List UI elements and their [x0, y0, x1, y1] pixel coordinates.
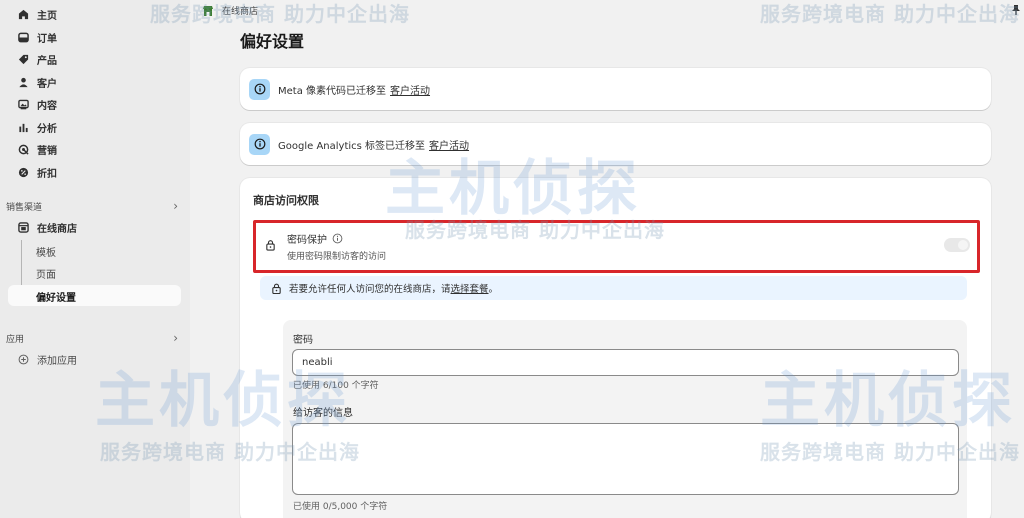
active-item-highlight — [8, 285, 181, 306]
inbox-icon — [17, 31, 29, 43]
sidebar-subitem-pages[interactable]: 页面 — [36, 266, 56, 281]
banner-text: 若要允许任何人访问您的在线商店，请 — [289, 284, 451, 295]
store-icon — [17, 221, 29, 233]
add-app-button[interactable]: 添加应用 — [0, 349, 182, 369]
sidebar-item-content[interactable]: 内容 — [0, 94, 182, 114]
sidebar-item-label: 折扣 — [37, 168, 57, 180]
person-icon — [17, 76, 29, 88]
sidebar-item-analytics[interactable]: 分析 — [0, 117, 182, 137]
card-title: 商店访问权限 — [253, 194, 319, 207]
page-title: 偏好设置 — [240, 32, 305, 51]
sidebar-item-label: 主页 — [37, 10, 57, 22]
info-icon — [249, 133, 270, 155]
sidebar-item-label: 产品 — [37, 55, 57, 67]
chevron-right-icon: › — [173, 199, 178, 213]
plan-info-banner: 若要允许任何人访问您的在线商店，请 选择套餐 。 — [260, 276, 967, 300]
sidebar-item-online-store[interactable]: 在线商店 — [0, 217, 182, 237]
sidebar-item-label: 营销 — [37, 145, 57, 157]
sales-channels-header[interactable]: 销售渠道 › — [6, 199, 182, 213]
discount-icon — [17, 166, 29, 178]
target-icon — [17, 143, 29, 155]
meta-pixel-notice: Meta 像素代码已迁移至 客户活动 — [240, 68, 991, 110]
choose-plan-link[interactable]: 选择套餐 — [451, 281, 489, 295]
sidebar-item-customers[interactable]: 客户 — [0, 72, 182, 92]
password-label: 密码 — [293, 335, 313, 346]
password-settings-panel: 密码 neabli 已使用 6/100 个字符 给访客的信息 已使用 0/5,0… — [283, 320, 967, 518]
sidebar-subitem-themes[interactable]: 模板 — [36, 244, 56, 259]
sidebar-item-label: 分析 — [37, 123, 57, 135]
sidebar-item-label: 在线商店 — [37, 223, 77, 235]
breadcrumb-store: 在线商店 — [222, 7, 259, 17]
sidebar: 主页 订单 产品 客户 内容 分析 营销 折扣 销售渠道 › 在线商店 模板 页… — [0, 0, 190, 518]
visitor-message-textarea[interactable] — [292, 423, 959, 495]
bar-chart-icon — [17, 121, 29, 133]
pin-icon[interactable] — [1010, 4, 1022, 16]
customer-events-link[interactable]: 客户活动 — [390, 82, 430, 97]
notice-text: Google Analytics 标签已迁移至 — [278, 140, 426, 152]
sidebar-subitem-preferences[interactable]: 偏好设置 — [36, 289, 76, 304]
lock-icon — [272, 283, 281, 294]
breadcrumb[interactable]: 在线商店 — [202, 4, 258, 17]
home-icon — [17, 8, 29, 20]
sidebar-item-label: 客户 — [37, 78, 57, 90]
image-icon — [17, 98, 29, 110]
sidebar-item-marketing[interactable]: 营销 — [0, 139, 182, 159]
password-input[interactable]: neabli — [292, 349, 959, 376]
sidebar-item-discounts[interactable]: 折扣 — [0, 162, 182, 182]
sidebar-item-label: 订单 — [37, 33, 57, 45]
sidebar-item-label: 添加应用 — [37, 355, 77, 367]
tag-icon — [17, 53, 29, 65]
visitor-message-label: 给访客的信息 — [293, 408, 353, 419]
google-analytics-notice: Google Analytics 标签已迁移至 客户活动 — [240, 123, 991, 165]
plus-circle-icon — [17, 353, 29, 365]
banner-text-suffix: 。 — [488, 284, 499, 295]
apps-header[interactable]: 应用 › — [6, 331, 182, 345]
info-icon — [249, 78, 270, 100]
password-char-count: 已使用 6/100 个字符 — [293, 381, 379, 391]
sidebar-item-label: 内容 — [37, 100, 57, 112]
sidebar-item-home[interactable]: 主页 — [0, 4, 182, 24]
notice-text: Meta 像素代码已迁移至 — [278, 85, 387, 97]
sidebar-item-products[interactable]: 产品 — [0, 49, 182, 69]
sidebar-item-orders[interactable]: 订单 — [0, 27, 182, 47]
highlight-annotation — [253, 220, 980, 273]
store-icon — [203, 5, 213, 16]
message-char-count: 已使用 0/5,000 个字符 — [293, 502, 388, 512]
chevron-right-icon: › — [173, 331, 178, 345]
customer-events-link[interactable]: 客户活动 — [429, 137, 469, 152]
